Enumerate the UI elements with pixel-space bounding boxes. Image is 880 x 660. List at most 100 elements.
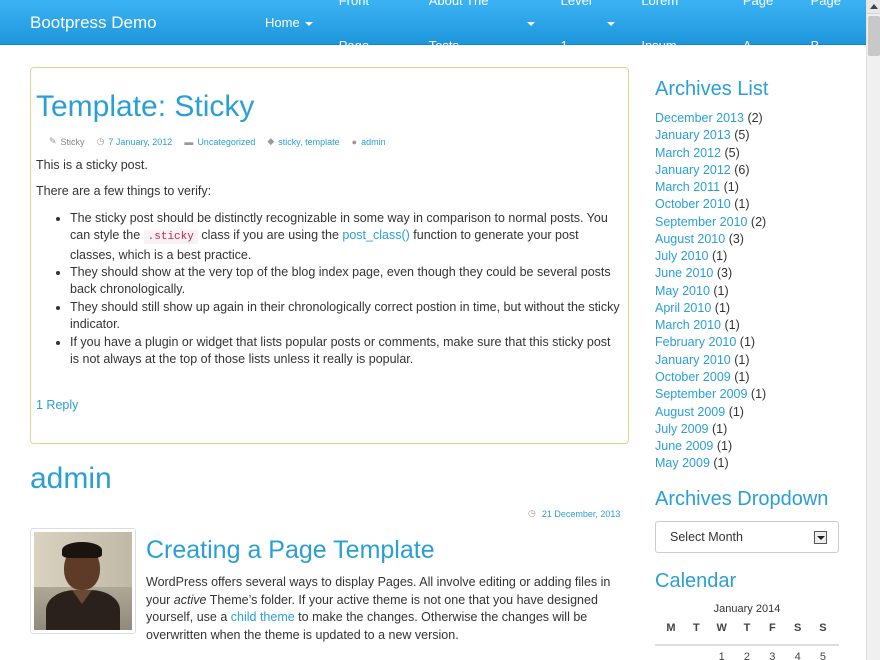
archive-count: (1) (712, 249, 728, 264)
archive-item: April 2010 (1) (655, 300, 766, 317)
checklist: The sticky post should be distinctly rec… (36, 210, 621, 369)
main-nav: Home Front Page About The Tests Level 1 … (252, 0, 866, 53)
author-avatar[interactable] (30, 528, 136, 634)
archive-link[interactable]: June 2010 (655, 266, 713, 280)
archive-count: (1) (724, 318, 740, 333)
post-title[interactable]: Template: Sticky (36, 90, 254, 124)
user-icon: ● (351, 136, 358, 147)
nav-item-lorem-ipsum[interactable]: Lorem Ipsum (628, 0, 730, 53)
archive-link[interactable]: January 2013 (655, 128, 731, 142)
archive-link[interactable]: October 2010 (655, 197, 731, 211)
archive-count: (1) (713, 283, 729, 298)
archive-count: (1) (714, 300, 731, 315)
site-brand[interactable]: Bootpress Demo (30, 13, 157, 33)
archive-link[interactable]: January 2012 (655, 163, 731, 177)
archive-count: (2) (750, 214, 767, 229)
archive-count: (1) (728, 404, 744, 419)
top-navbar: Bootpress Demo Home Front Page About The… (0, 0, 866, 53)
archive-count: (1) (734, 352, 750, 367)
meta-date: ◷ 7 January, 2012 (97, 136, 173, 147)
archive-link[interactable]: December 2013 (655, 111, 744, 125)
folder-icon: ▬ (184, 136, 194, 147)
archive-count: (5) (724, 145, 740, 160)
archive-item: October 2009 (1) (655, 369, 766, 386)
nav-item-level-1[interactable]: Level 1 (548, 0, 629, 53)
meta-author: ● admin (352, 137, 386, 147)
archive-count: (5) (734, 128, 750, 143)
nav-item-page-a[interactable]: Page A (730, 0, 798, 53)
reply-link[interactable]: 1 Reply (36, 398, 78, 412)
chevron-down-icon[interactable] (814, 531, 827, 544)
scroll-up-arrow-icon[interactable] (867, 0, 880, 14)
archive-link[interactable]: May 2010 (655, 284, 710, 298)
calendar-weekday: F (768, 622, 776, 634)
child-theme-link[interactable]: child theme (231, 610, 295, 624)
calendar-weekdays: MTWTFSS (655, 622, 839, 646)
post2-title[interactable]: Creating a Page Template (146, 536, 435, 565)
post-date-link[interactable]: 7 January, 2012 (108, 137, 172, 147)
nav-item-label: Home (265, 15, 300, 30)
meta-sticky: ✎ Sticky (49, 136, 85, 147)
calendar-weekday: M (666, 622, 676, 634)
calendar-day (663, 651, 679, 660)
emphasis: active (173, 592, 207, 607)
archive-link[interactable]: September 2009 (655, 387, 747, 401)
archive-item: September 2010 (2) (655, 214, 766, 231)
archive-link[interactable]: March 2010 (655, 318, 721, 332)
nav-item-front-page[interactable]: Front Page (326, 0, 416, 53)
archive-link[interactable]: August 2009 (655, 405, 725, 419)
paragraph: This is a sticky post. (36, 158, 148, 172)
archive-link[interactable]: March 2011 (655, 180, 720, 194)
archive-item: August 2009 (1) (655, 404, 766, 421)
list-item: They should show at the very top of the … (70, 264, 621, 299)
archive-link[interactable]: June 2009 (655, 439, 713, 453)
code-snippet: .sticky (143, 230, 198, 245)
archive-item: March 2010 (1) (655, 317, 766, 334)
calendar-weekday: T (743, 622, 751, 634)
archive-count: (3) (728, 231, 744, 246)
text: class if you are using the (197, 228, 343, 243)
post2-date-link[interactable]: 21 December, 2013 (542, 509, 621, 519)
nav-item-label: About The Tests (428, 0, 489, 53)
category-link[interactable]: Uncategorized (197, 137, 255, 147)
calendar-weekday: T (692, 622, 700, 634)
archive-link[interactable]: July 2009 (655, 422, 709, 436)
archive-link[interactable]: March 2012 (655, 146, 721, 160)
nav-item-page-b[interactable]: Page B (798, 0, 866, 53)
calendar-week-row: 1 2 3 4 5 (655, 651, 839, 660)
post-class-link[interactable]: post_class() (342, 228, 409, 242)
meta-category: ▬ Uncategorized (184, 137, 255, 147)
archive-link[interactable]: April 2010 (655, 301, 711, 315)
archive-count: (1) (723, 180, 739, 195)
pushpin-icon: ✎ (49, 136, 57, 146)
post-content: This is a sticky post. There are a few t… (36, 157, 621, 368)
scrollbar-thumb[interactable] (868, 16, 880, 56)
archive-link[interactable]: January 2010 (655, 353, 731, 367)
archives-list: December 2013 (2) January 2013 (5) March 2… (655, 110, 766, 473)
archive-item: December 2013 (2) (655, 110, 766, 127)
author-link[interactable]: admin (361, 137, 386, 147)
archive-item: March 2011 (1) (655, 179, 766, 196)
vertical-scrollbar[interactable] (866, 0, 880, 660)
archive-link[interactable]: October 2009 (655, 370, 731, 384)
post-meta: ✎ Sticky ◷ 7 January, 2012 ▬ Uncategoriz… (49, 136, 398, 147)
author-heading: admin (30, 462, 112, 495)
avatar-photo (34, 532, 132, 630)
tag-icon: ◆ (267, 136, 275, 146)
calendar-weekday: S (793, 622, 802, 634)
archive-link[interactable]: September 2010 (655, 215, 747, 229)
archive-item: January 2010 (1) (655, 352, 766, 369)
nav-item-about-the-tests[interactable]: About The Tests (416, 0, 548, 53)
archive-link[interactable]: August 2010 (655, 232, 725, 246)
calendar-day: 3 (769, 651, 776, 660)
select-value: Select Month (670, 530, 743, 544)
tags-link[interactable]: sticky, template (278, 137, 339, 147)
archive-link[interactable]: February 2010 (655, 335, 736, 349)
nav-item-home[interactable]: Home (252, 0, 326, 45)
post2-date: ◷ 21 December, 2013 (528, 508, 620, 519)
sticky-post-card: Template: Sticky ✎ Sticky ◷ 7 January, 2… (30, 67, 629, 444)
archive-count: (1) (750, 387, 767, 402)
archive-link[interactable]: July 2010 (655, 249, 709, 263)
archives-month-select[interactable]: Select Month (655, 521, 839, 553)
archive-link[interactable]: May 2009 (655, 456, 710, 470)
